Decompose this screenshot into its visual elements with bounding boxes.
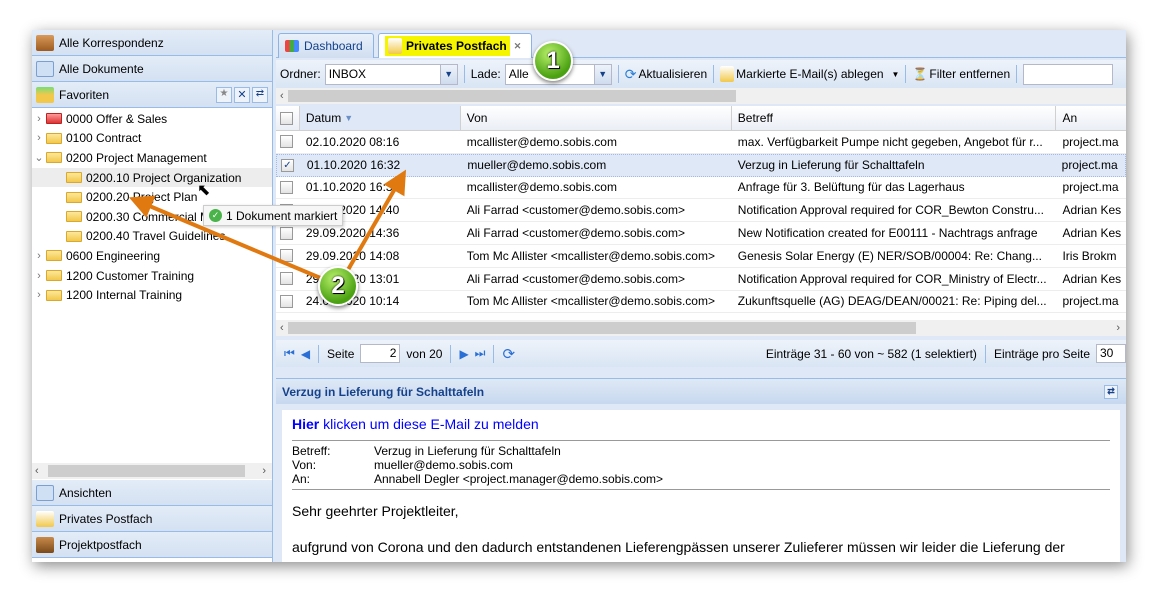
annotation-arrows <box>128 169 407 284</box>
step-badge-1: 1 <box>533 41 573 81</box>
arrow-to-folder <box>128 195 331 284</box>
step-badge-2: 2 <box>318 266 358 306</box>
arrow-to-email <box>343 169 407 277</box>
